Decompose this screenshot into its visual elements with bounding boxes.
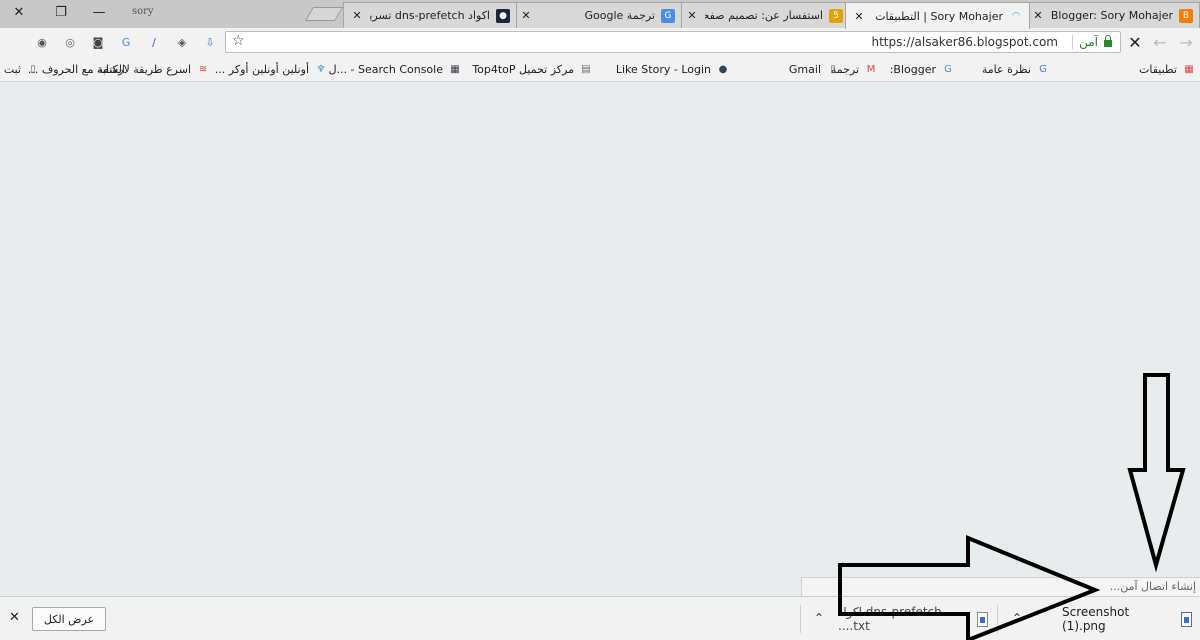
bookmark-label: Search Console - ...ل bbox=[328, 62, 443, 76]
address-separator bbox=[1072, 35, 1073, 49]
window-minimize-button[interactable]: — bbox=[80, 0, 118, 24]
bookmark-label: ثبت bbox=[3, 62, 21, 76]
back-button[interactable]: ← bbox=[1150, 32, 1170, 52]
tab-title: ترجمة Google bbox=[584, 9, 655, 22]
bookmark-item[interactable]: ▯ Gmail bbox=[789, 61, 840, 77]
tab-close-icon[interactable]: ✕ bbox=[685, 9, 699, 22]
browser-tab[interactable]: ✕ ترجمة Google G bbox=[512, 2, 682, 28]
extension-3-icon[interactable]: ◙ bbox=[90, 34, 106, 50]
tab-title: اكواد dns-prefetch تسريع bbox=[370, 9, 490, 22]
bookmark-label: أونلين أونلين أوكر ... bbox=[214, 62, 309, 76]
extension-1-icon[interactable]: ◉ bbox=[34, 34, 50, 50]
status-bubble: إنشاء اتصال آمن... bbox=[801, 577, 1200, 596]
grid-icon: ▦ bbox=[450, 63, 460, 75]
tab-close-icon[interactable]: ✕ bbox=[1031, 9, 1045, 22]
page-icon: ▯ bbox=[30, 63, 36, 75]
download-menu-chevron-icon[interactable]: ⌃ bbox=[1012, 611, 1022, 625]
bookmarks-bar: ▦ تطبيقات G نظرة عامة G Blogger: M ترجمة ▯ Gmail ●… bbox=[0, 56, 1200, 82]
bookmark-item[interactable]: ▤ مركز تحميل Top4toP bbox=[472, 61, 593, 77]
bird-icon: ♆ bbox=[316, 63, 326, 75]
shield-extension-icon[interactable]: ◈ bbox=[174, 34, 190, 50]
stop-loading-button[interactable]: ✕ bbox=[1125, 32, 1145, 52]
download-menu-chevron-icon[interactable]: ⌃ bbox=[814, 611, 824, 625]
extension-2-icon[interactable]: ◎ bbox=[62, 34, 78, 50]
tab-title: استفسار عن: تصميم صفحة bbox=[705, 9, 823, 22]
download-item[interactable]: Screenshot (1).png bbox=[1062, 597, 1192, 640]
globe-icon: ● bbox=[718, 63, 728, 75]
browser-tab[interactable]: ✕ اكواد dns-prefetch تسريع ● bbox=[343, 2, 517, 28]
page-icon: ▯ bbox=[830, 63, 836, 75]
close-download-shelf-button[interactable]: ✕ bbox=[9, 610, 20, 625]
loading-spinner-icon: ◠ bbox=[1012, 11, 1020, 21]
tab-close-icon[interactable]: ✕ bbox=[852, 10, 866, 23]
translate-extension-icon[interactable]: G bbox=[118, 34, 134, 50]
browser-tab[interactable]: ✕ Sory Mohajer | التطبيقات ◠ bbox=[845, 2, 1030, 29]
gmail-icon: M bbox=[866, 63, 876, 75]
translate-icon: G bbox=[944, 63, 952, 75]
tab-strip: ✕ ❐ — sory ✕ Blogger: Sory Mohajer - B ✕ Sor… bbox=[0, 0, 1200, 29]
browser-tab[interactable]: ✕ Blogger: Sory Mohajer - B bbox=[1024, 2, 1200, 28]
new-tab-button[interactable] bbox=[304, 7, 344, 21]
store-icon: ▤ bbox=[581, 63, 591, 75]
apps-grid-icon: ▦ bbox=[1184, 63, 1194, 75]
window-restore-button[interactable]: ❐ bbox=[42, 0, 80, 24]
google-translate-icon: G bbox=[661, 8, 675, 23]
profile-name[interactable]: sory bbox=[132, 6, 154, 17]
forum-icon: 5 bbox=[829, 8, 843, 23]
bookmark-label: Gmail bbox=[788, 62, 821, 76]
show-all-downloads-button[interactable]: عرض الكل bbox=[32, 607, 106, 631]
bookmark-label: Like Story - Login bbox=[615, 62, 711, 76]
bookmark-star-icon[interactable]: ☆ bbox=[232, 33, 245, 49]
bookmark-label: Blogger: bbox=[889, 62, 936, 76]
bookmark-item[interactable]: ▦ تطبيقات bbox=[1139, 61, 1196, 77]
tab-close-icon[interactable]: ✕ bbox=[350, 9, 364, 22]
blogger-icon: B bbox=[1179, 8, 1193, 23]
download-separator bbox=[800, 605, 801, 633]
download-filename: Screenshot (1).png bbox=[1062, 605, 1130, 633]
window-close-button[interactable]: ✕ bbox=[0, 0, 38, 24]
toolbar: ◉ ◎ ◙ G ∕ ◈ ⇩ ☆ https://alsaker86.blogspot.com… bbox=[0, 28, 1200, 56]
download-shelf: Screenshot (1).png ⌃ اكواد dns-prefetch … bbox=[0, 596, 1200, 640]
browser-tab[interactable]: ✕ استفسار عن: تصميم صفحة 5 bbox=[678, 2, 850, 28]
bookmark-label: تطبيقات bbox=[1139, 62, 1177, 76]
download-filename: اكواد dns-prefetch ....txt bbox=[838, 605, 942, 633]
waves-icon: ≋ bbox=[198, 63, 208, 75]
tab-title: Sory Mohajer | التطبيقات bbox=[875, 9, 1003, 23]
bookmark-item[interactable]: ● Like Story - Login bbox=[616, 61, 730, 77]
download-extension-icon[interactable]: ⇩ bbox=[202, 34, 218, 50]
bookmark-item[interactable]: الكتابة مع الحروف ... bbox=[28, 61, 125, 77]
bookmark-item[interactable]: G نظرة عامة bbox=[982, 61, 1050, 77]
tab-close-icon[interactable]: ✕ bbox=[519, 9, 533, 22]
pen-extension-icon[interactable]: ∕ bbox=[146, 34, 162, 50]
download-separator bbox=[997, 605, 998, 633]
forward-button[interactable]: → bbox=[1176, 32, 1196, 52]
secure-label: آمن bbox=[1079, 35, 1098, 49]
tab-title: Blogger: Sory Mohajer - bbox=[1051, 9, 1173, 22]
bookmark-item[interactable]: ♆ أونلين أونلين أوكر ... bbox=[215, 61, 328, 77]
bookmark-label: الكتابة مع الحروف ... bbox=[27, 62, 125, 76]
url-text[interactable]: https://alsaker86.blogspot.com bbox=[872, 35, 1059, 49]
address-bar[interactable]: ☆ https://alsaker86.blogspot.com آمن bbox=[225, 31, 1121, 53]
bookmark-item[interactable]: ▯ ثبت bbox=[4, 61, 40, 77]
secure-indicator[interactable]: آمن bbox=[1079, 34, 1112, 49]
lock-icon bbox=[1104, 34, 1112, 47]
image-file-icon bbox=[1180, 611, 1192, 627]
bookmark-label: نظرة عامة bbox=[981, 62, 1031, 76]
text-file-icon bbox=[976, 611, 988, 627]
bookmark-item[interactable]: ▦ Search Console - ...ل bbox=[329, 61, 462, 77]
download-item[interactable]: اكواد dns-prefetch ....txt bbox=[838, 597, 988, 640]
bookmark-label: مركز تحميل Top4toP bbox=[472, 62, 574, 76]
site-icon: ● bbox=[496, 8, 510, 23]
page-content bbox=[0, 82, 1200, 596]
bookmark-item[interactable]: G Blogger: bbox=[890, 61, 955, 77]
google-icon: G bbox=[1039, 63, 1047, 75]
